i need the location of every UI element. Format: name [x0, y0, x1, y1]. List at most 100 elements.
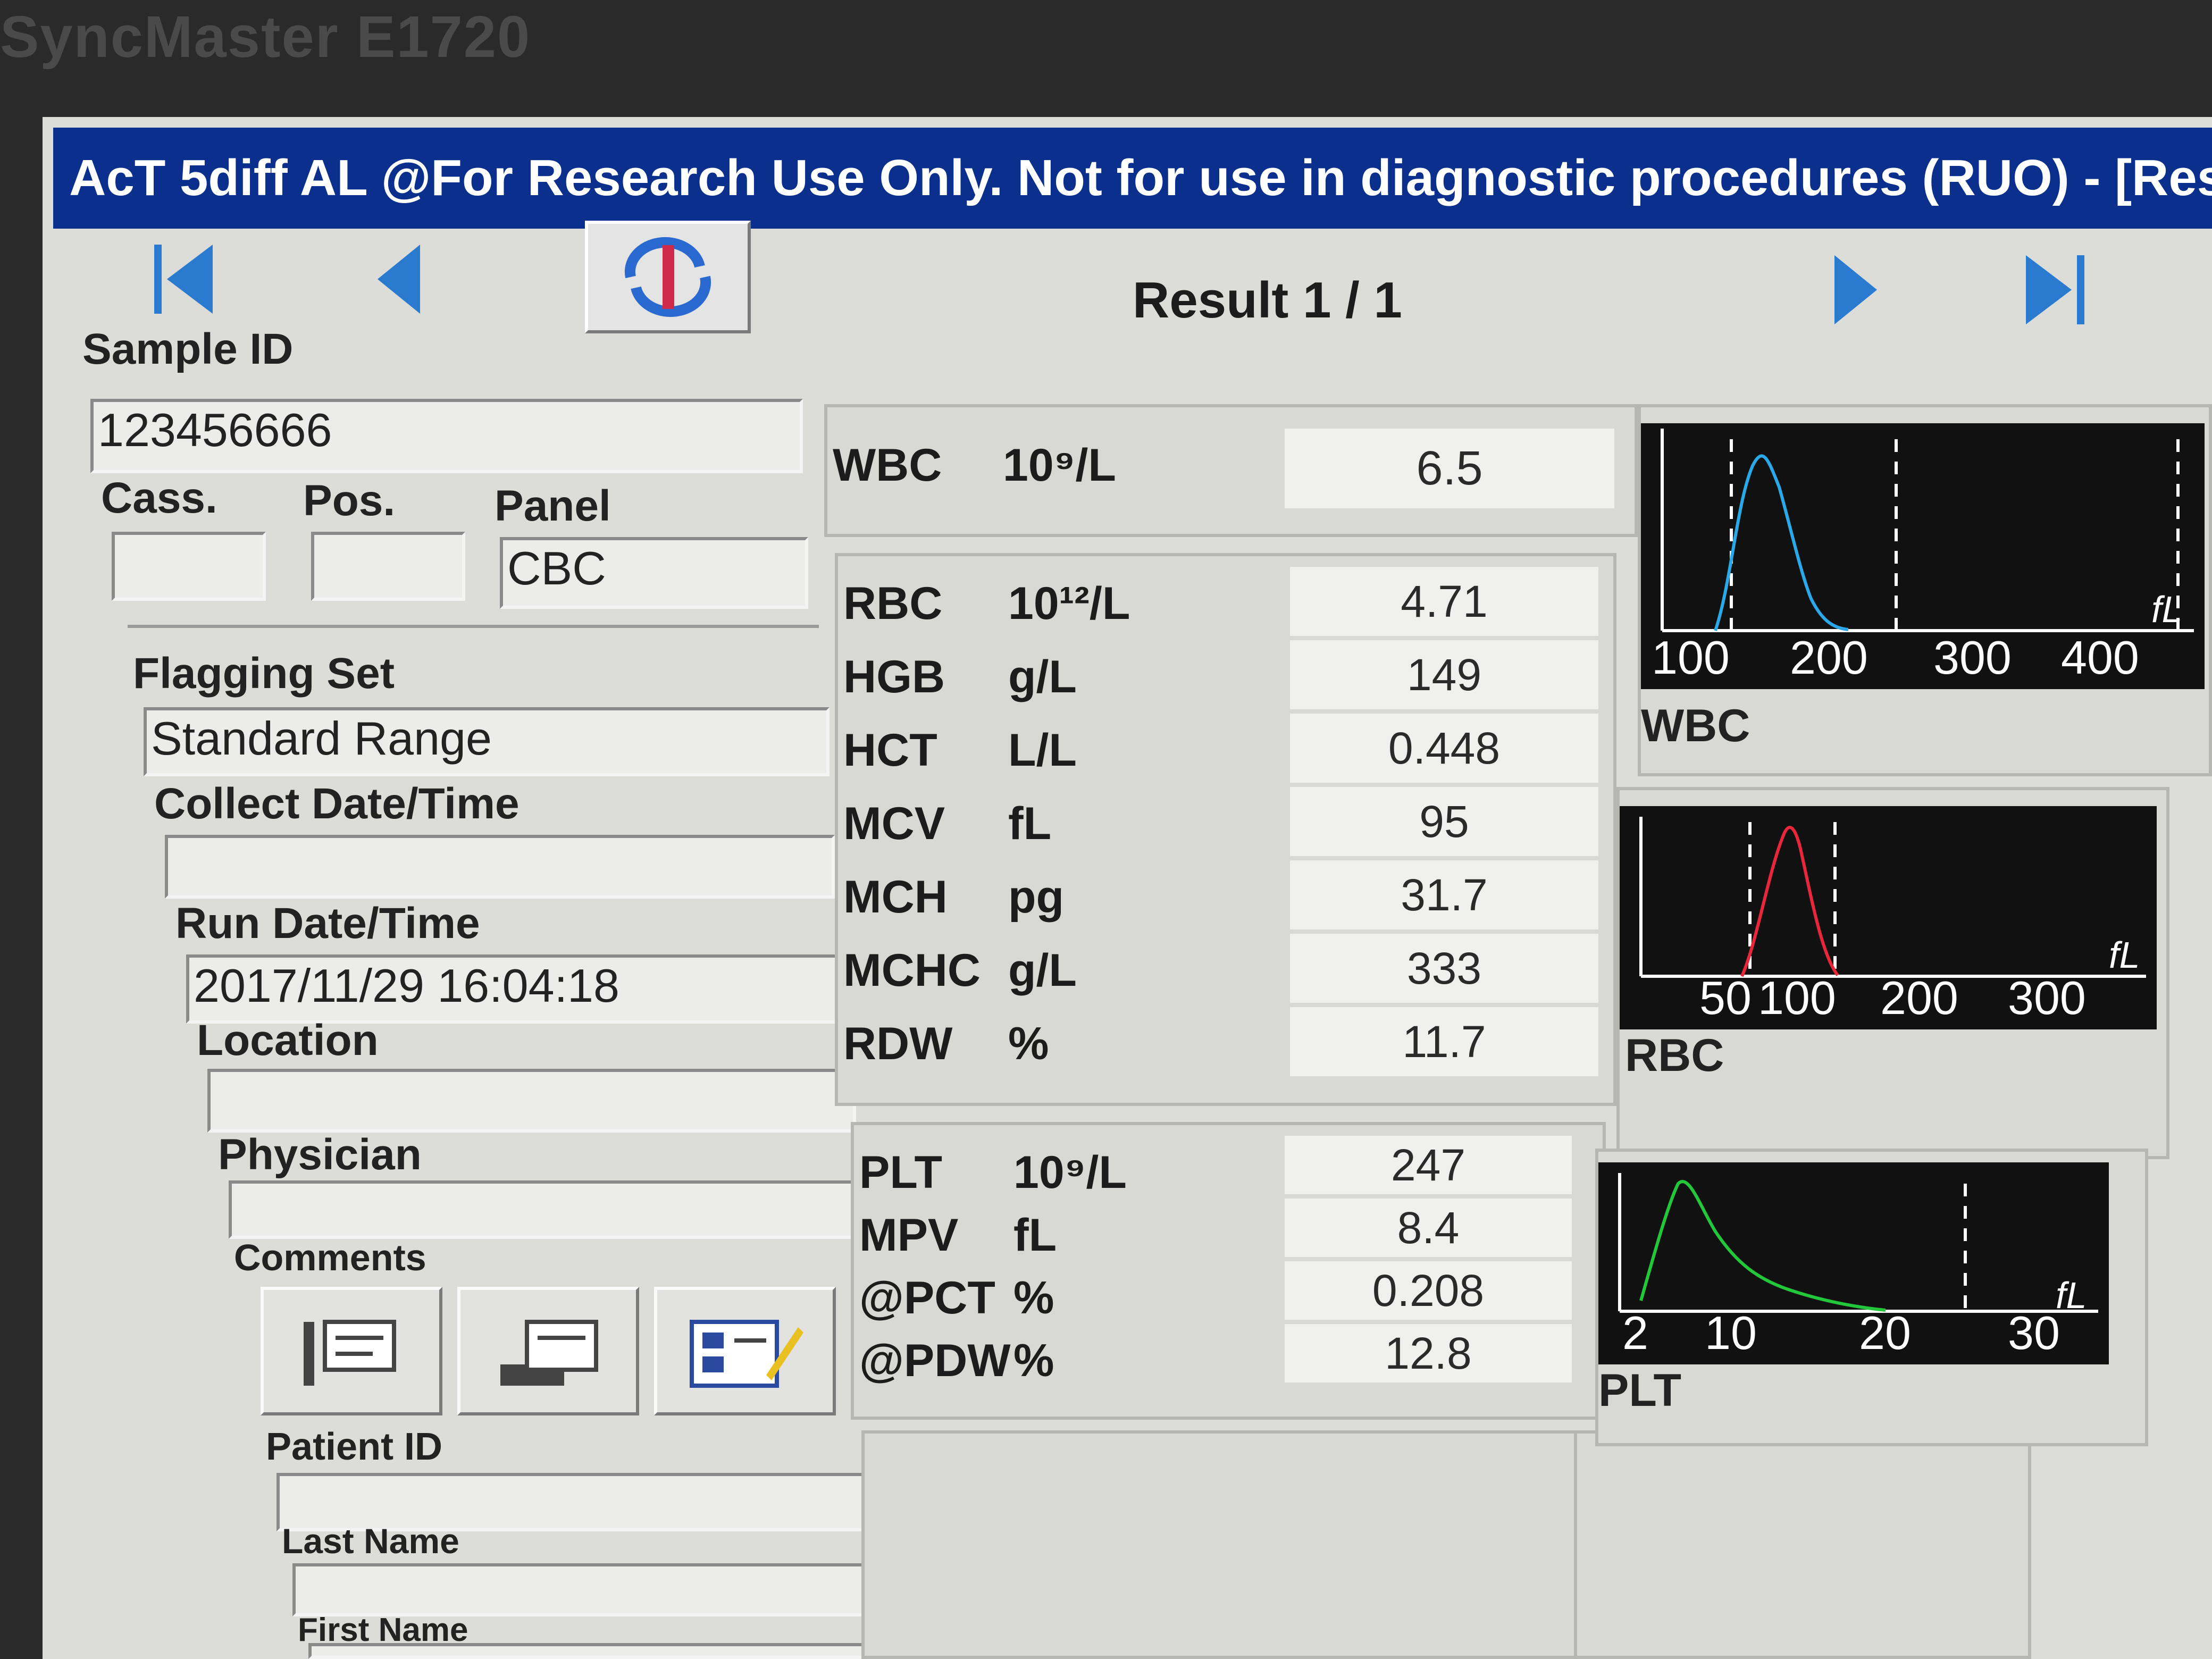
plt-histogram-label: PLT [1598, 1365, 1682, 1416]
parameter-name: HCT [843, 725, 937, 776]
print-comment-icon [500, 1320, 598, 1386]
application-window: AcT 5diff AL @For Research Use Only. Not… [43, 117, 2212, 1659]
comments-label: Comments [234, 1237, 426, 1278]
monitor-brand-label: SyncMaster E1720 [0, 4, 531, 70]
refresh-button[interactable] [585, 221, 751, 333]
physician-field[interactable] [229, 1180, 867, 1239]
rbc-tick-label: 300 [2008, 971, 2086, 1024]
plt-histogram-frame: 2 10 20 30 fL PLT [1595, 1149, 2148, 1446]
rbc-panel: RBC 10¹²/L 4.71 HGB g/L 149 HCT L/L 0.448 MCV fL 95… [835, 553, 1616, 1106]
plt-unit-label: fL [2056, 1275, 2087, 1316]
wbc-unit: 10⁹/L [1003, 440, 1116, 491]
parameter-name: PLT [859, 1147, 943, 1198]
previous-record-button[interactable] [356, 229, 441, 330]
parameter-value: 11.7 [1290, 1007, 1598, 1076]
collect-datetime-field[interactable] [165, 835, 835, 899]
parameter-value: 247 [1285, 1136, 1572, 1194]
run-datetime-label: Run Date/Time [175, 899, 480, 948]
first-name-field[interactable] [308, 1643, 899, 1659]
flagging-set-label: Flagging Set [133, 649, 395, 698]
parameter-name: MCHC [843, 945, 981, 996]
parameter-value: 4.71 [1290, 567, 1598, 636]
edit-comment-button[interactable] [261, 1287, 442, 1415]
parameter-value: 8.4 [1285, 1199, 1572, 1257]
first-record-icon [154, 245, 213, 314]
next-record-button[interactable] [1813, 239, 1898, 340]
cass-field[interactable] [112, 532, 266, 601]
rbc-tick-label: 50 [1699, 971, 1752, 1024]
pos-field[interactable] [311, 532, 465, 601]
pos-label: Pos. [303, 476, 396, 525]
parameter-name: MCH [843, 872, 948, 923]
last-record-icon [2026, 255, 2084, 324]
wbc-unit-label: fL [2151, 589, 2183, 630]
wbc-value: 6.5 [1285, 429, 1614, 508]
parameter-unit: % [1013, 1272, 1054, 1323]
wbc-histogram-label: WBC [1641, 700, 1750, 751]
last-name-field[interactable] [292, 1563, 893, 1616]
previous-record-icon [378, 245, 420, 314]
print-comment-button[interactable] [457, 1287, 639, 1415]
parameter-name: RBC [843, 578, 943, 629]
edit-comment-icon [304, 1320, 396, 1386]
empty-histogram-panel [1574, 1430, 2031, 1659]
panel-field[interactable]: CBC [500, 537, 808, 609]
rbc-unit-label: fL [2109, 934, 2140, 976]
wbc-tick-label: 400 [2061, 631, 2139, 684]
parameter-unit: % [1013, 1335, 1054, 1386]
result-counter: Result 1 / 1 [1133, 272, 1402, 329]
parameter-unit: 10⁹/L [1013, 1147, 1127, 1198]
sample-id-label: Sample ID [82, 325, 294, 373]
plt-tick-label: 2 [1622, 1306, 1648, 1359]
rbc-histogram-label: RBC [1625, 1030, 1724, 1081]
parameter-unit: fL [1013, 1210, 1057, 1261]
window-title: AcT 5diff AL @For Research Use Only. Not… [53, 128, 2212, 229]
plt-tick-label: 10 [1705, 1306, 1757, 1359]
physician-label: Physician [218, 1130, 422, 1179]
collect-datetime-label: Collect Date/Time [154, 780, 520, 828]
flagging-set-field[interactable]: Standard Range [144, 707, 830, 776]
parameter-name: RDW [843, 1018, 953, 1069]
parameter-name: @PDW [859, 1335, 1011, 1386]
cass-label: Cass. [101, 474, 217, 522]
plt-tick-label: 30 [2008, 1306, 2060, 1359]
report-editor-icon [690, 1320, 803, 1388]
parameter-unit: L/L [1008, 725, 1077, 776]
patient-id-label: Patient ID [266, 1426, 443, 1468]
parameter-value: 149 [1290, 640, 1598, 709]
parameter-name: MPV [859, 1210, 959, 1261]
parameter-name: @PCT [859, 1272, 995, 1323]
wbc-panel: WBC 10⁹/L 6.5 [824, 404, 1638, 537]
report-editor-button[interactable] [654, 1287, 836, 1415]
last-name-label: Last Name [282, 1521, 459, 1561]
rbc-tick-label: 100 [1758, 971, 1836, 1024]
parameter-name: MCV [843, 798, 945, 849]
panel-label: Panel [495, 482, 611, 530]
wbc-tick-label: 100 [1652, 631, 1730, 684]
wbc-histogram-frame: 100 200 300 400 fL WBC [1638, 404, 2212, 776]
wbc-histogram: 100 200 300 400 fL [1641, 423, 2205, 689]
parameter-value: 95 [1290, 787, 1598, 856]
location-field[interactable] [207, 1069, 856, 1133]
wbc-tick-label: 200 [1790, 631, 1868, 684]
wbc-tick-label: 300 [1933, 631, 2012, 684]
run-datetime-field[interactable]: 2017/11/29 16:04:18 [186, 954, 845, 1024]
empty-results-panel [861, 1430, 1585, 1659]
first-record-button[interactable] [144, 229, 229, 330]
sample-id-field[interactable]: 123456666 [90, 399, 803, 473]
parameter-value: 0.208 [1285, 1261, 1572, 1320]
parameter-value: 0.448 [1290, 714, 1598, 783]
rbc-histogram-frame: 50 100 200 300 fL RBC [1616, 787, 2169, 1159]
last-record-button[interactable] [2010, 239, 2095, 340]
rbc-tick-label: 200 [1880, 971, 1958, 1024]
parameter-unit: % [1008, 1018, 1049, 1069]
rbc-histogram: 50 100 200 300 fL [1620, 806, 2157, 1029]
plt-panel: PLT 10⁹/L 247 MPV fL 8.4 @PCT% 0.208 @PDW% 12.8 [851, 1122, 1606, 1420]
parameter-value: 31.7 [1290, 860, 1598, 929]
parameter-unit: g/L [1008, 945, 1077, 996]
form-divider [128, 625, 819, 628]
parameter-unit: g/L [1008, 651, 1077, 702]
parameter-value: 333 [1290, 934, 1598, 1003]
parameter-unit: pg [1008, 872, 1065, 923]
parameter-value: 12.8 [1285, 1324, 1572, 1382]
